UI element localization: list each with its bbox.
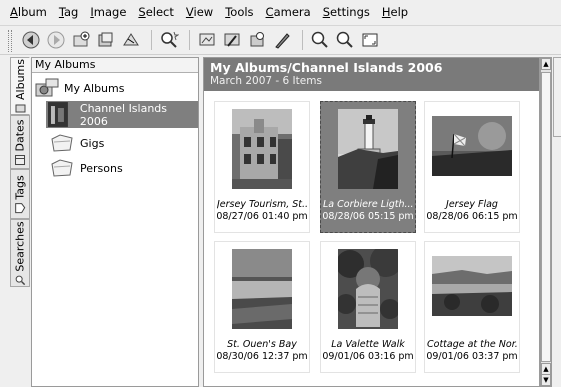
photo-thumbnail xyxy=(338,109,398,189)
album-tree: My Albums My Albums Channel Islands 2006… xyxy=(31,57,199,387)
toolbar-separator xyxy=(302,30,303,50)
album-root-icon xyxy=(35,78,59,97)
tree-item-channel-islands-label: Channel Islands 2006 xyxy=(79,101,168,128)
tree-header[interactable]: My Albums xyxy=(32,58,198,73)
thumbnail-date: 08/28/06 06:15 pm xyxy=(426,211,518,222)
album-title: My Albums/Channel Islands 2006 xyxy=(210,60,443,75)
menu-image[interactable]: Image xyxy=(84,0,132,24)
menu-album[interactable]: Album xyxy=(4,0,53,24)
photo-thumbnail xyxy=(232,249,292,329)
photo-thumbnail xyxy=(338,249,398,329)
tree-item-persons-label: Persons xyxy=(80,161,123,175)
folder-icon xyxy=(51,159,73,177)
tree-item-persons[interactable]: Persons xyxy=(50,158,190,178)
tree-item-channel-islands[interactable]: Channel Islands 2006 xyxy=(46,101,198,128)
tag-pen-icon[interactable] xyxy=(271,29,293,51)
sidebar-tabs: Albums Dates Tags Searches xyxy=(10,57,30,287)
toolbar-separator xyxy=(151,30,152,50)
edit-image-icon[interactable] xyxy=(221,29,243,51)
album-thumb-icon xyxy=(48,102,68,127)
menu-view[interactable]: View xyxy=(180,0,219,24)
toolbar xyxy=(0,25,561,55)
right-sidebar-tab[interactable] xyxy=(553,57,561,137)
toolbar-separator xyxy=(189,30,190,50)
thumbnail-item[interactable]: St. Ouen's Bay 08/30/06 12:37 pm xyxy=(214,241,310,373)
forward-icon[interactable] xyxy=(45,29,67,51)
menu-select[interactable]: Select xyxy=(132,0,180,24)
toolbar-grip-icon[interactable] xyxy=(8,30,12,52)
photo-thumbnail xyxy=(232,109,292,189)
thumbnail-date: 08/28/06 05:15 pm xyxy=(322,211,414,222)
tab-searches[interactable]: Searches xyxy=(10,219,30,287)
scroll-up-icon[interactable]: ▲ xyxy=(541,58,551,70)
zoom-in-icon[interactable] xyxy=(309,29,331,51)
thumbnail-caption: St. Ouen's Bay xyxy=(227,339,297,350)
thumbnail-grid: Jersey Tourism, St... 08/27/06 01:40 pm … xyxy=(204,91,539,386)
thumbnail-item[interactable]: La Corbiere Ligth... 08/28/06 05:15 pm xyxy=(320,101,416,233)
thumbnail-item[interactable]: Cottage at the Nor... 09/01/06 03:37 pm xyxy=(424,241,520,373)
folder-icon xyxy=(51,134,73,152)
menu-help[interactable]: Help xyxy=(376,0,414,24)
album-subtitle: March 2007 - 6 Items xyxy=(210,75,322,87)
scrollbar-thumb[interactable] xyxy=(541,72,551,362)
menu-tag[interactable]: Tag xyxy=(53,0,84,24)
back-icon[interactable] xyxy=(20,29,42,51)
tab-albums[interactable]: Albums xyxy=(10,57,30,115)
photo-thumbnail xyxy=(432,256,512,316)
thumbnail-date: 08/27/06 01:40 pm xyxy=(216,211,308,222)
add-images-icon[interactable] xyxy=(95,29,117,51)
thumbnail-caption: Jersey Flag xyxy=(446,199,498,210)
vertical-scrollbar[interactable]: ▲ ▲ ▼ xyxy=(540,57,552,387)
tag-icon xyxy=(15,202,26,213)
new-album-icon[interactable] xyxy=(70,29,92,51)
thumbnail-date: 08/30/06 12:37 pm xyxy=(216,351,308,362)
thumbnail-date: 09/01/06 03:37 pm xyxy=(426,351,518,362)
tree-item-gigs-label: Gigs xyxy=(80,136,105,150)
thumbnail-item[interactable]: La Valette Walk 09/01/06 03:16 pm xyxy=(320,241,416,373)
tree-item-root[interactable]: My Albums xyxy=(34,78,194,98)
thumbnail-caption: La Valette Walk xyxy=(331,339,405,350)
properties-icon[interactable] xyxy=(246,29,268,51)
thumbnail-caption: Cottage at the Nor... xyxy=(427,339,517,350)
tree-item-gigs[interactable]: Gigs xyxy=(50,133,190,153)
thumbnail-date: 09/01/06 03:16 pm xyxy=(322,351,414,362)
tab-tags[interactable]: Tags xyxy=(10,169,30,219)
album-banner: My Albums/Channel Islands 2006 March 200… xyxy=(204,58,539,91)
thumbnail-caption: La Corbiere Ligth... xyxy=(323,199,413,210)
icon-view: My Albums/Channel Islands 2006 March 200… xyxy=(203,57,540,387)
thumbnail-caption: Jersey Tourism, St... xyxy=(217,199,307,210)
menu-settings[interactable]: Settings xyxy=(317,0,376,24)
fullscreen-icon[interactable] xyxy=(359,29,381,51)
view-image-icon[interactable] xyxy=(196,29,218,51)
thumbnail-item[interactable]: Jersey Flag 08/28/06 06:15 pm xyxy=(424,101,520,233)
tab-searches-label: Searches xyxy=(13,220,27,272)
thumbnail-item[interactable]: Jersey Tourism, St... 08/27/06 01:40 pm xyxy=(214,101,310,233)
tab-tags-label: Tags xyxy=(13,174,27,200)
zoom-out-icon[interactable] xyxy=(334,29,356,51)
search-icon[interactable] xyxy=(158,29,180,51)
calendar-icon xyxy=(15,154,25,165)
delete-album-icon[interactable] xyxy=(120,29,142,51)
menu-tools[interactable]: Tools xyxy=(219,0,259,24)
menubar: Album Tag Image Select View Tools Camera… xyxy=(0,0,561,24)
menu-camera[interactable]: Camera xyxy=(260,0,317,24)
searches-icon xyxy=(15,275,26,285)
scroll-down-icon[interactable]: ▼ xyxy=(541,374,551,386)
tab-dates-label: Dates xyxy=(13,118,27,152)
tree-item-root-label: My Albums xyxy=(64,81,125,95)
photo-thumbnail xyxy=(432,116,512,176)
albums-icon xyxy=(15,103,26,112)
tab-albums-label: Albums xyxy=(13,58,27,100)
tab-dates[interactable]: Dates xyxy=(10,115,30,169)
